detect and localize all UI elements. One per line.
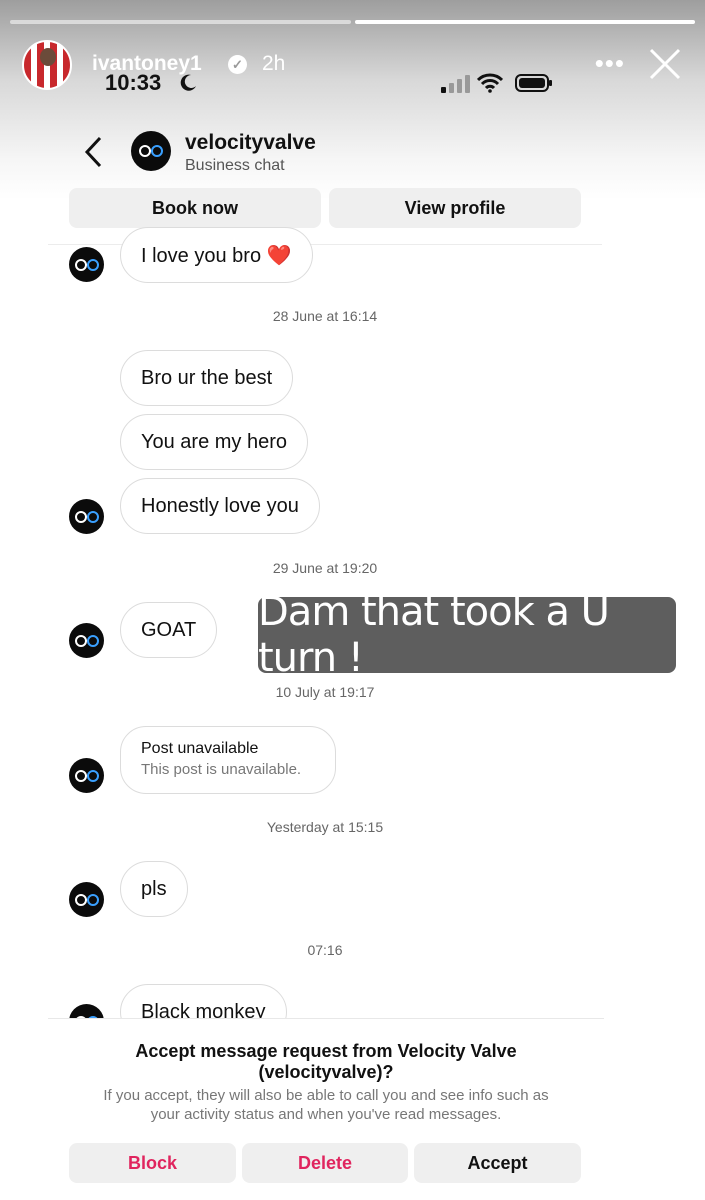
velocityvalve-logo-icon xyxy=(74,769,99,782)
story-avatar[interactable] xyxy=(22,40,72,90)
accept-button[interactable]: Accept xyxy=(414,1143,581,1183)
message-request-description: If you accept, they will also be able to… xyxy=(68,1086,584,1124)
sender-avatar[interactable] xyxy=(69,758,104,793)
wifi-icon xyxy=(477,73,503,93)
business-name[interactable]: velocityvalve xyxy=(185,131,316,155)
battery-icon xyxy=(515,74,552,92)
request-title-line: (velocityvalve)? xyxy=(258,1062,394,1082)
shared-post-title: Post unavailable xyxy=(141,740,259,757)
story-progress-segment-active xyxy=(354,20,695,24)
request-title-line: Accept message request from Velocity Val… xyxy=(135,1041,517,1061)
velocityvalve-logo-icon xyxy=(74,258,99,271)
business-subtitle: Business chat xyxy=(185,157,285,174)
shared-post-subtitle: This post is unavailable. xyxy=(141,761,302,778)
message-bubble[interactable]: pls xyxy=(120,861,188,917)
message-timestamp: 10 July at 19:17 xyxy=(275,684,375,700)
story-header-gradient xyxy=(0,0,705,200)
request-desc-line: If you accept, they will also be able to… xyxy=(103,1087,549,1104)
sender-avatar[interactable] xyxy=(69,247,104,282)
velocityvalve-logo-icon xyxy=(139,145,163,157)
delete-button[interactable]: Delete xyxy=(242,1143,408,1183)
message-timestamp: Yesterday at 15:15 xyxy=(266,819,384,835)
message-bubble[interactable]: Honestly love you xyxy=(120,478,320,534)
message-bubble[interactable]: Bro ur the best xyxy=(120,350,294,406)
message-bubble[interactable]: I love you bro ❤️ xyxy=(120,227,313,283)
message-text: Bro ur the best xyxy=(141,366,273,389)
velocityvalve-logo-icon xyxy=(74,893,99,906)
message-timestamp: 29 June at 19:20 xyxy=(272,560,378,576)
sender-avatar[interactable] xyxy=(69,623,104,658)
sender-avatar[interactable] xyxy=(69,882,104,917)
request-desc-line: your activity status and when you've rea… xyxy=(150,1106,502,1123)
message-text: Honestly love you xyxy=(141,494,299,517)
message-text: GOAT xyxy=(141,618,197,641)
message-text: pls xyxy=(141,877,167,900)
status-bar-time: 10:33 xyxy=(105,70,162,95)
view-profile-button[interactable]: View profile xyxy=(329,188,581,228)
story-progress-segment xyxy=(10,20,351,24)
business-avatar[interactable] xyxy=(131,131,171,171)
book-now-button[interactable]: Book now xyxy=(69,188,321,228)
velocityvalve-logo-icon xyxy=(74,510,99,523)
message-timestamp: 28 June at 16:14 xyxy=(272,308,378,324)
message-text: You are my hero xyxy=(141,430,288,453)
close-icon[interactable] xyxy=(647,46,683,82)
verified-badge-icon: ✓ xyxy=(228,55,247,74)
more-options-icon[interactable]: ••• xyxy=(595,48,625,79)
message-bubble[interactable]: You are my hero xyxy=(120,414,309,470)
moon-icon xyxy=(180,74,196,91)
message-text: I love you bro ❤️ xyxy=(141,244,292,267)
shared-post-bubble[interactable]: Post unavailable This post is unavailabl… xyxy=(120,726,336,794)
story-progress-bar xyxy=(10,20,695,24)
message-request-title: Accept message request from Velocity Val… xyxy=(48,1041,604,1083)
message-timestamp: 07:16 xyxy=(307,942,343,958)
back-chevron-icon[interactable] xyxy=(82,135,106,169)
signal-icon xyxy=(441,75,470,93)
story-text-overlay: Dam that took a U turn ! xyxy=(258,589,676,681)
story-age: 2h xyxy=(262,52,286,75)
velocityvalve-logo-icon xyxy=(74,634,99,647)
sender-avatar[interactable] xyxy=(69,499,104,534)
block-button[interactable]: Block xyxy=(69,1143,236,1183)
message-bubble[interactable]: GOAT xyxy=(120,602,218,658)
